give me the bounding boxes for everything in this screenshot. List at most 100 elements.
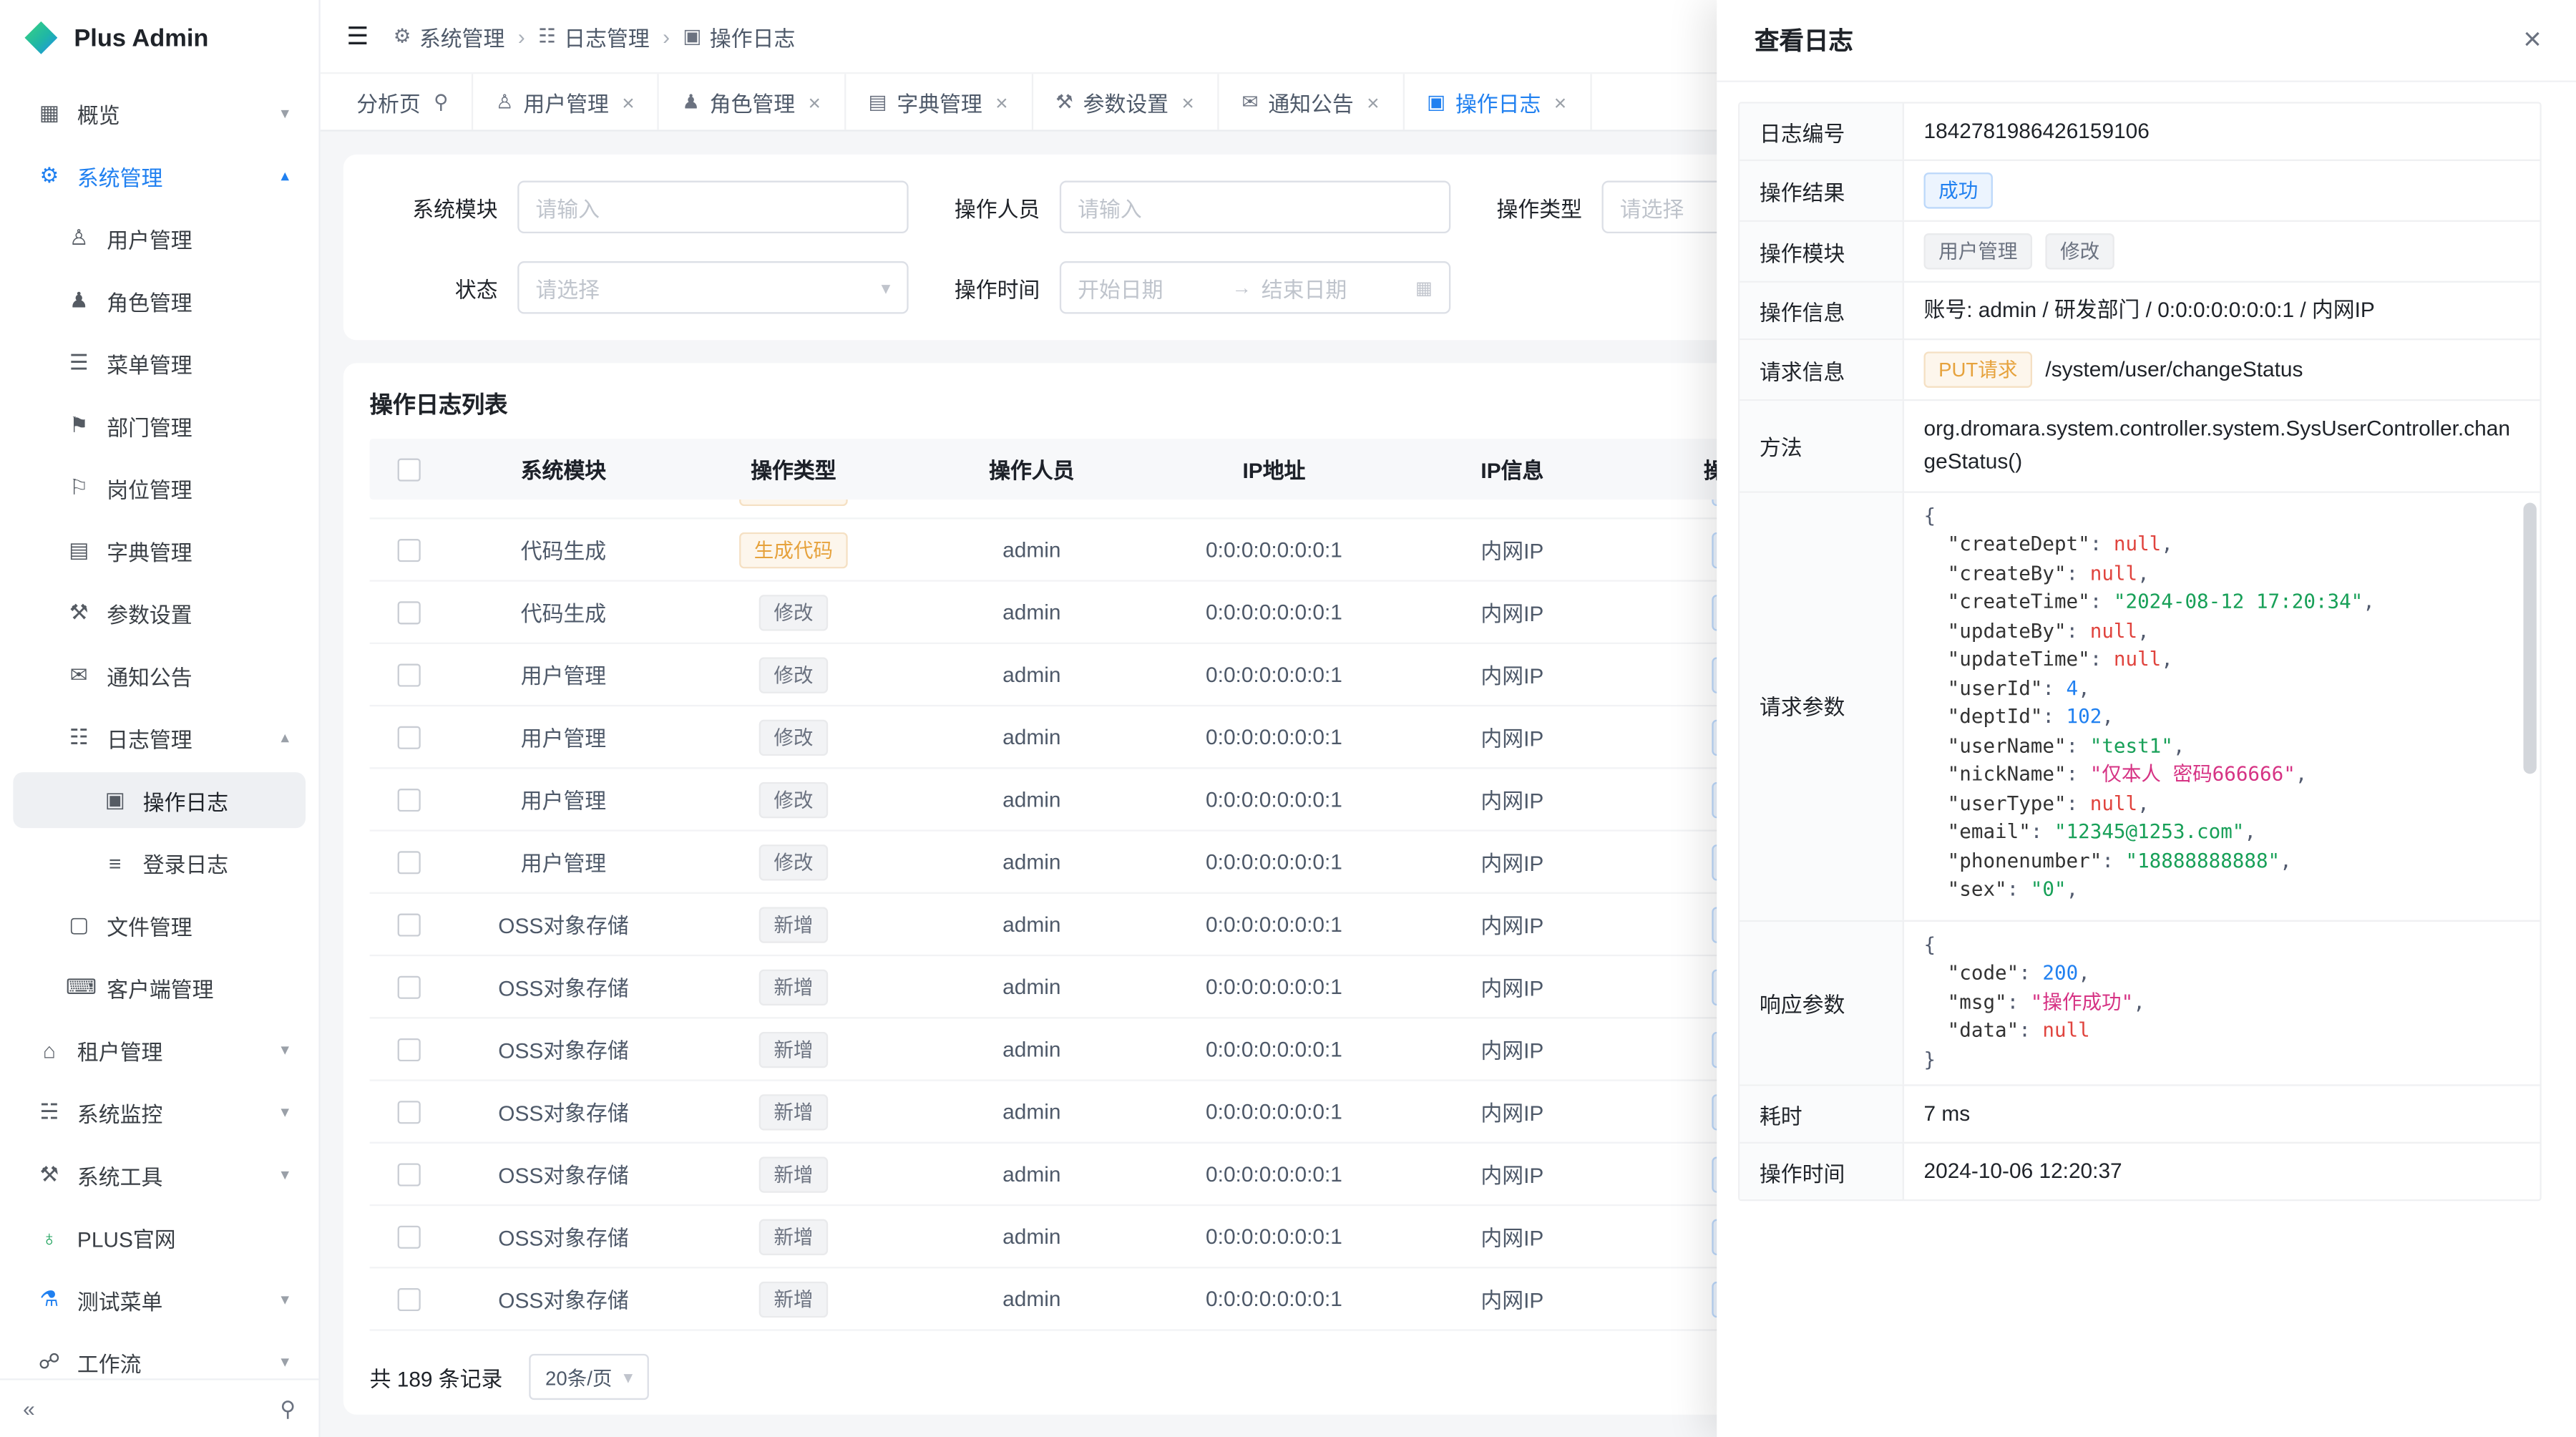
detail-row-log-id: 日志编号 1842781986426159106 [1740,104,2540,162]
cell-operator: admin [909,1161,1155,1186]
operator-input[interactable]: 请输入 [1060,181,1450,233]
role-icon: ♟ [66,288,92,314]
tab-操作日志[interactable]: ▣操作日志× [1404,74,1591,130]
row-checkbox[interactable] [398,914,421,937]
sidebar-item-通知公告[interactable]: ✉通知公告 [13,648,306,703]
sidebar-item-参数设置[interactable]: ⚒ 参数设置 [13,585,306,640]
row-checkbox[interactable] [398,602,421,625]
row-checkbox[interactable] [398,1164,421,1187]
menu-item-label: 参数设置 [107,598,289,629]
row-checkbox[interactable] [398,1289,421,1312]
operation-type-tag: 修改 [759,718,828,755]
row-checkbox[interactable] [398,664,421,687]
date-range-picker[interactable]: 开始日期 → 结束日期 ▦ [1060,261,1450,313]
sidebar-item-登录日志[interactable]: ≡登录日志 [13,834,306,890]
sidebar-item-日志管理[interactable]: ☷日志管理▴ [13,710,306,766]
breadcrumb-separator: › [518,24,525,48]
close-tab-icon[interactable]: × [995,89,1008,114]
role-icon: ♟ [682,90,700,113]
tab-字典管理[interactable]: ▤字典管理× [845,74,1033,130]
sidebar-item-用户管理[interactable]: ♙用户管理 [13,210,306,266]
sidebar-item-操作日志[interactable]: ▣操作日志 [13,772,306,828]
sidebar-item-PLUS官网[interactable]: ♁PLUS官网 [13,1209,306,1265]
status-select[interactable]: 请选择 ▾ [517,261,908,313]
menu-item-label: 登录日志 [143,847,289,879]
close-tab-icon[interactable]: × [1554,89,1566,114]
calendar-icon: ▦ [1415,277,1433,298]
detail-row-duration: 耗时 7 ms [1740,1086,2540,1144]
sidebar-item-系统管理[interactable]: ⚙系统管理▴ [13,148,306,204]
tab-参数设置[interactable]: ⚒参数设置× [1033,74,1219,130]
dashboard-icon: ▦ [36,100,63,127]
sidebar-item-租户管理[interactable]: ⌂租户管理▾ [13,1022,306,1078]
sidebar-item-文件管理[interactable]: ▢文件管理 [13,897,306,953]
field-label-duration: 耗时 [1740,1086,1904,1142]
field-label-op-time: 操作时间 [1740,1144,1904,1199]
sidebar-item-工作流[interactable]: ☍工作流▾ [13,1334,306,1378]
cell-ip-address: 0:0:0:0:0:0:0:1 [1155,600,1393,624]
row-checkbox[interactable] [398,852,421,875]
sidebar-item-概览[interactable]: ▦概览▾ [13,85,306,141]
row-checkbox[interactable] [398,1039,421,1062]
cell-ip-info: 内网IP [1393,1033,1631,1065]
sidebar-item-字典管理[interactable]: ▤字典管理 [13,522,306,578]
tab-用户管理[interactable]: ♙用户管理× [473,74,659,130]
cell-operator: admin [909,912,1155,936]
page-size-select[interactable]: 20条/页 ▾ [529,1354,649,1400]
sidebar-item-菜单管理[interactable]: ☰菜单管理 [13,335,306,391]
sidebar-item-测试菜单[interactable]: ⚗测试菜单▾ [13,1272,306,1328]
row-checkbox[interactable] [398,789,421,812]
sidebar-item-客户端管理[interactable]: ⌨客户端管理 [13,960,306,1015]
menu-item-label: 用户管理 [107,223,289,254]
close-tab-icon[interactable]: × [1181,89,1194,114]
tab-角色管理[interactable]: ♟角色管理× [659,74,845,130]
close-tab-icon[interactable]: × [809,89,821,114]
field-value-log-id: 1842781986426159106 [1904,104,2540,160]
menu-item-label: 概览 [77,98,281,130]
app-logo[interactable]: Plus Admin [0,0,318,76]
cell-system-module: OSS对象存储 [449,1159,678,1190]
sidebar-item-角色管理[interactable]: ♟角色管理 [13,273,306,328]
close-icon[interactable]: × [2523,24,2542,56]
sidebar-item-部门管理[interactable]: ⚑部门管理 [13,398,306,454]
cell-system-module: 代码生成 [449,596,678,628]
scrollbar-thumb[interactable] [2524,502,2537,774]
row-checkbox[interactable] [398,726,421,749]
breadcrumb-label: 操作日志 [710,21,795,52]
cell-operator: admin [909,974,1155,998]
cell-operator: admin [909,537,1155,562]
settings-icon: ⚒ [66,600,92,626]
breadcrumb-item-日志管理[interactable]: ☷日志管理 [538,21,650,52]
breadcrumb-item-系统管理[interactable]: ⚙系统管理 [394,21,505,52]
close-tab-icon[interactable]: × [1367,89,1379,114]
select-all-checkbox[interactable] [398,459,421,482]
hamburger-menu-icon[interactable]: ☰ [346,21,369,51]
detail-row-response-params: 响应参数 { "code": 200, "msg": "操作成功", "data… [1740,921,2540,1086]
cell-ip-info: 内网IP [1393,534,1631,565]
tab-通知公告[interactable]: ✉通知公告× [1219,74,1404,130]
chevron-down-icon: ▾ [281,1290,290,1308]
sidebar-item-系统监控[interactable]: ☵系统监控▾ [13,1084,306,1140]
sidebar-item-系统工具[interactable]: ⚒系统工具▾ [13,1147,306,1203]
collapse-sidebar-icon[interactable]: « [23,1397,35,1421]
breadcrumb-item-操作日志[interactable]: ▣操作日志 [683,21,795,52]
row-checkbox[interactable] [398,540,421,562]
sidebar-item-岗位管理[interactable]: ⚐岗位管理 [13,460,306,516]
row-checkbox[interactable] [398,976,421,999]
row-checkbox[interactable] [398,1226,421,1249]
pin-sidebar-icon[interactable]: ⚲ [280,1395,296,1422]
cell-ip-address: 0:0:0:0:0:0:0:1 [1155,1161,1393,1186]
cell-ip-info: 内网IP [1393,909,1631,940]
row-checkbox[interactable] [398,1101,421,1124]
close-tab-icon[interactable]: × [622,89,634,114]
logo-icon [24,21,57,54]
request-params-code[interactable]: { "createDept": null, "createBy": null, … [1923,502,2519,910]
code-scrollbar[interactable] [2524,502,2537,910]
cell-ip-address: 0:0:0:0:0:0:0:1 [1155,1224,1393,1248]
request-url: /system/user/changeStatus [2045,354,2303,386]
pin-icon[interactable]: ⚲ [434,90,448,113]
tab-分析页[interactable]: 分析页⚲ [333,74,473,130]
filter-label-time: 操作时间 [909,272,1040,303]
cell-operator: admin [909,1224,1155,1248]
module-input[interactable]: 请输入 [517,181,908,233]
